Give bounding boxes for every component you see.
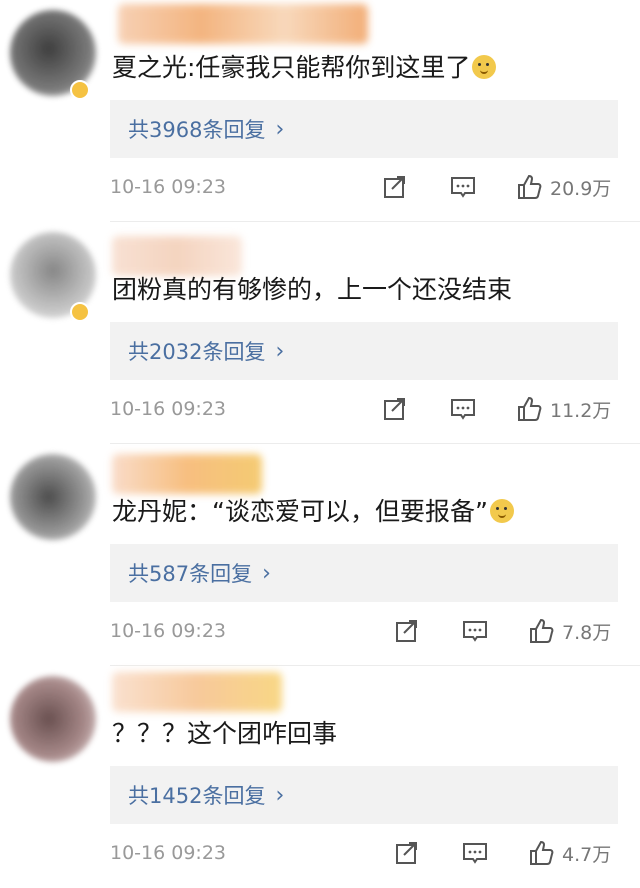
- like-count: 7.8万: [562, 621, 612, 644]
- view-replies-button[interactable]: 共587条回复 ›: [110, 544, 618, 602]
- comment-button[interactable]: [450, 170, 476, 204]
- chevron-right-icon: ›: [275, 338, 285, 364]
- like-count: 11.2万: [550, 399, 612, 422]
- comment-button[interactable]: [462, 614, 488, 648]
- comment-item: 龙丹妮：“谈恋爱可以，但要报备” 共587条回复 › 10-16 09:23 7…: [0, 444, 640, 666]
- share-button[interactable]: [382, 392, 408, 426]
- comment-timestamp: 10-16 09:23: [110, 176, 227, 198]
- like-button[interactable]: 7.8万: [528, 614, 611, 648]
- share-button[interactable]: [382, 170, 408, 204]
- comment-text: 夏之光:任豪我只能帮你到这里了: [112, 50, 497, 86]
- comment-icon: [451, 177, 475, 198]
- comment-timestamp: 10-16 09:23: [110, 842, 227, 864]
- like-count: 4.7万: [562, 843, 612, 866]
- thumbs-up-icon: [518, 174, 542, 199]
- verified-badge-icon: [70, 302, 90, 322]
- share-icon: [384, 398, 405, 420]
- comment-text-content: ？？？这个团咋回事: [112, 719, 338, 748]
- thumbs-up-icon: [530, 840, 554, 865]
- comment-text: ？？？这个团咋回事: [112, 716, 337, 752]
- thumbs-up-icon: [530, 618, 554, 643]
- view-replies-button[interactable]: 共3968条回复 ›: [110, 100, 618, 158]
- comment-text-content: 团粉真的有够惨的，上一个还没结束: [112, 275, 513, 304]
- doge-emoji-icon: [489, 499, 514, 523]
- share-button[interactable]: [394, 836, 420, 870]
- comment-button[interactable]: [462, 836, 488, 870]
- comment-button[interactable]: [450, 392, 476, 426]
- comment-timestamp: 10-16 09:23: [110, 398, 227, 420]
- chevron-right-icon: ›: [275, 116, 285, 142]
- comment-text-content: 龙丹妮：“谈恋爱可以，但要报备”: [112, 497, 488, 526]
- view-replies-button[interactable]: 共2032条回复 ›: [110, 322, 618, 380]
- avatar[interactable]: [10, 676, 96, 762]
- share-button[interactable]: [394, 614, 420, 648]
- like-button[interactable]: 20.9万: [516, 170, 611, 204]
- username-blurred[interactable]: [112, 454, 262, 494]
- avatar[interactable]: [10, 454, 96, 540]
- reply-count-label: 共3968条回复: [128, 118, 266, 142]
- comment-icon: [463, 621, 487, 642]
- username-blurred[interactable]: [118, 4, 368, 44]
- view-replies-button[interactable]: 共1452条回复 ›: [110, 766, 618, 824]
- comment-icon: [451, 399, 475, 420]
- like-button[interactable]: 11.2万: [516, 392, 611, 426]
- reply-count-label: 共1452条回复: [128, 784, 266, 808]
- comment-item: ？？？这个团咋回事 共1452条回复 › 10-16 09:23 4.7万: [0, 666, 640, 888]
- comment-text: 龙丹妮：“谈恋爱可以，但要报备”: [112, 494, 514, 530]
- comment-icon: [463, 843, 487, 864]
- username-blurred[interactable]: [112, 236, 242, 276]
- share-icon: [396, 842, 417, 864]
- chevron-right-icon: ›: [262, 560, 271, 586]
- thumbs-up-icon: [518, 396, 542, 421]
- comment-text: 团粉真的有够惨的，上一个还没结束: [112, 272, 512, 308]
- share-icon: [384, 176, 405, 198]
- like-button[interactable]: 4.7万: [528, 836, 611, 870]
- reply-count-label: 共2032条回复: [128, 340, 266, 364]
- verified-badge-icon: [70, 80, 90, 100]
- comment-timestamp: 10-16 09:23: [110, 620, 227, 642]
- comment-item: 夏之光:任豪我只能帮你到这里了 共3968条回复 › 10-16 09:23 2…: [0, 0, 640, 222]
- reply-count-label: 共587条回复: [128, 562, 253, 586]
- doge-emoji-icon: [472, 55, 497, 79]
- share-icon: [396, 620, 417, 642]
- username-blurred[interactable]: [112, 672, 282, 712]
- comment-text-content: 夏之光:任豪我只能帮你到这里了: [112, 53, 471, 82]
- chevron-right-icon: ›: [275, 782, 285, 808]
- comment-item: 团粉真的有够惨的，上一个还没结束 共2032条回复 › 10-16 09:23 …: [0, 222, 640, 444]
- like-count: 20.9万: [550, 177, 612, 200]
